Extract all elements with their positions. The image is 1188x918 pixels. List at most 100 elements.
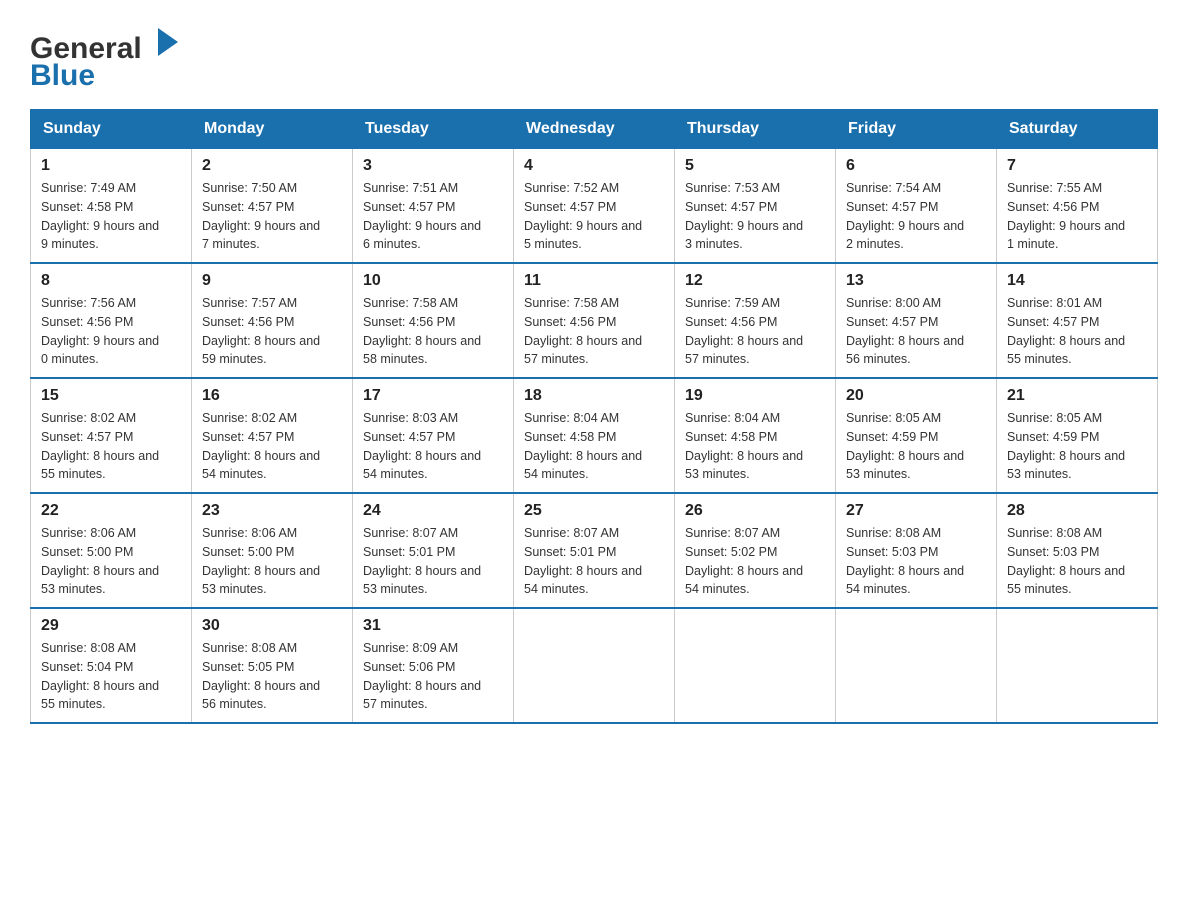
day-info: Sunrise: 8:01 AM Sunset: 4:57 PM Dayligh…	[1007, 294, 1147, 369]
calendar-header-row: SundayMondayTuesdayWednesdayThursdayFrid…	[31, 110, 1158, 149]
calendar-cell: 18 Sunrise: 8:04 AM Sunset: 4:58 PM Dayl…	[514, 378, 675, 493]
calendar-cell: 8 Sunrise: 7:56 AM Sunset: 4:56 PM Dayli…	[31, 263, 192, 378]
calendar-cell: 6 Sunrise: 7:54 AM Sunset: 4:57 PM Dayli…	[836, 149, 997, 264]
calendar-cell: 11 Sunrise: 7:58 AM Sunset: 4:56 PM Dayl…	[514, 263, 675, 378]
day-info: Sunrise: 8:06 AM Sunset: 5:00 PM Dayligh…	[41, 524, 181, 599]
day-info: Sunrise: 8:02 AM Sunset: 4:57 PM Dayligh…	[41, 409, 181, 484]
day-info: Sunrise: 8:04 AM Sunset: 4:58 PM Dayligh…	[524, 409, 664, 484]
calendar-cell: 31 Sunrise: 8:09 AM Sunset: 5:06 PM Dayl…	[353, 608, 514, 723]
day-info: Sunrise: 8:06 AM Sunset: 5:00 PM Dayligh…	[202, 524, 342, 599]
day-number: 23	[202, 502, 342, 520]
svg-text:Blue: Blue	[30, 59, 95, 90]
day-info: Sunrise: 7:49 AM Sunset: 4:58 PM Dayligh…	[41, 179, 181, 254]
day-number: 9	[202, 272, 342, 290]
calendar-cell: 13 Sunrise: 8:00 AM Sunset: 4:57 PM Dayl…	[836, 263, 997, 378]
calendar-cell: 29 Sunrise: 8:08 AM Sunset: 5:04 PM Dayl…	[31, 608, 192, 723]
calendar-cell: 20 Sunrise: 8:05 AM Sunset: 4:59 PM Dayl…	[836, 378, 997, 493]
day-number: 2	[202, 157, 342, 175]
day-info: Sunrise: 8:07 AM Sunset: 5:02 PM Dayligh…	[685, 524, 825, 599]
calendar-cell: 25 Sunrise: 8:07 AM Sunset: 5:01 PM Dayl…	[514, 493, 675, 608]
day-number: 19	[685, 387, 825, 405]
calendar-cell: 3 Sunrise: 7:51 AM Sunset: 4:57 PM Dayli…	[353, 149, 514, 264]
calendar-cell: 15 Sunrise: 8:02 AM Sunset: 4:57 PM Dayl…	[31, 378, 192, 493]
day-info: Sunrise: 7:54 AM Sunset: 4:57 PM Dayligh…	[846, 179, 986, 254]
day-info: Sunrise: 8:08 AM Sunset: 5:04 PM Dayligh…	[41, 639, 181, 714]
day-header-sunday: Sunday	[31, 110, 192, 149]
day-number: 26	[685, 502, 825, 520]
day-number: 30	[202, 617, 342, 635]
day-number: 22	[41, 502, 181, 520]
calendar-cell: 23 Sunrise: 8:06 AM Sunset: 5:00 PM Dayl…	[192, 493, 353, 608]
day-header-saturday: Saturday	[997, 110, 1158, 149]
day-number: 14	[1007, 272, 1147, 290]
day-number: 31	[363, 617, 503, 635]
week-row-4: 22 Sunrise: 8:06 AM Sunset: 5:00 PM Dayl…	[31, 493, 1158, 608]
calendar-cell: 1 Sunrise: 7:49 AM Sunset: 4:58 PM Dayli…	[31, 149, 192, 264]
week-row-3: 15 Sunrise: 8:02 AM Sunset: 4:57 PM Dayl…	[31, 378, 1158, 493]
day-number: 16	[202, 387, 342, 405]
page-header: General Blue	[30, 20, 1158, 99]
day-info: Sunrise: 7:53 AM Sunset: 4:57 PM Dayligh…	[685, 179, 825, 254]
calendar-cell: 12 Sunrise: 7:59 AM Sunset: 4:56 PM Dayl…	[675, 263, 836, 378]
day-info: Sunrise: 8:07 AM Sunset: 5:01 PM Dayligh…	[363, 524, 503, 599]
week-row-1: 1 Sunrise: 7:49 AM Sunset: 4:58 PM Dayli…	[31, 149, 1158, 264]
day-number: 11	[524, 272, 664, 290]
day-header-thursday: Thursday	[675, 110, 836, 149]
calendar-cell: 30 Sunrise: 8:08 AM Sunset: 5:05 PM Dayl…	[192, 608, 353, 723]
calendar-cell	[997, 608, 1158, 723]
calendar-cell: 14 Sunrise: 8:01 AM Sunset: 4:57 PM Dayl…	[997, 263, 1158, 378]
day-info: Sunrise: 8:00 AM Sunset: 4:57 PM Dayligh…	[846, 294, 986, 369]
day-header-monday: Monday	[192, 110, 353, 149]
week-row-5: 29 Sunrise: 8:08 AM Sunset: 5:04 PM Dayl…	[31, 608, 1158, 723]
day-number: 13	[846, 272, 986, 290]
day-info: Sunrise: 7:51 AM Sunset: 4:57 PM Dayligh…	[363, 179, 503, 254]
day-info: Sunrise: 8:08 AM Sunset: 5:03 PM Dayligh…	[1007, 524, 1147, 599]
day-info: Sunrise: 8:05 AM Sunset: 4:59 PM Dayligh…	[1007, 409, 1147, 484]
calendar-cell: 5 Sunrise: 7:53 AM Sunset: 4:57 PM Dayli…	[675, 149, 836, 264]
day-header-wednesday: Wednesday	[514, 110, 675, 149]
day-info: Sunrise: 8:08 AM Sunset: 5:03 PM Dayligh…	[846, 524, 986, 599]
day-number: 15	[41, 387, 181, 405]
day-number: 21	[1007, 387, 1147, 405]
day-number: 28	[1007, 502, 1147, 520]
calendar-cell: 4 Sunrise: 7:52 AM Sunset: 4:57 PM Dayli…	[514, 149, 675, 264]
day-number: 27	[846, 502, 986, 520]
calendar-cell: 7 Sunrise: 7:55 AM Sunset: 4:56 PM Dayli…	[997, 149, 1158, 264]
day-number: 29	[41, 617, 181, 635]
day-info: Sunrise: 8:03 AM Sunset: 4:57 PM Dayligh…	[363, 409, 503, 484]
calendar-cell	[514, 608, 675, 723]
day-number: 12	[685, 272, 825, 290]
calendar-cell: 21 Sunrise: 8:05 AM Sunset: 4:59 PM Dayl…	[997, 378, 1158, 493]
calendar-cell	[675, 608, 836, 723]
day-info: Sunrise: 7:55 AM Sunset: 4:56 PM Dayligh…	[1007, 179, 1147, 254]
day-number: 3	[363, 157, 503, 175]
day-info: Sunrise: 7:50 AM Sunset: 4:57 PM Dayligh…	[202, 179, 342, 254]
day-info: Sunrise: 7:58 AM Sunset: 4:56 PM Dayligh…	[524, 294, 664, 369]
day-info: Sunrise: 8:02 AM Sunset: 4:57 PM Dayligh…	[202, 409, 342, 484]
day-info: Sunrise: 8:09 AM Sunset: 5:06 PM Dayligh…	[363, 639, 503, 714]
day-info: Sunrise: 7:58 AM Sunset: 4:56 PM Dayligh…	[363, 294, 503, 369]
day-header-friday: Friday	[836, 110, 997, 149]
day-number: 5	[685, 157, 825, 175]
day-number: 18	[524, 387, 664, 405]
calendar-cell: 26 Sunrise: 8:07 AM Sunset: 5:02 PM Dayl…	[675, 493, 836, 608]
day-number: 20	[846, 387, 986, 405]
calendar-cell: 10 Sunrise: 7:58 AM Sunset: 4:56 PM Dayl…	[353, 263, 514, 378]
calendar-table: SundayMondayTuesdayWednesdayThursdayFrid…	[30, 109, 1158, 724]
day-number: 6	[846, 157, 986, 175]
day-info: Sunrise: 8:07 AM Sunset: 5:01 PM Dayligh…	[524, 524, 664, 599]
day-number: 17	[363, 387, 503, 405]
day-info: Sunrise: 8:04 AM Sunset: 4:58 PM Dayligh…	[685, 409, 825, 484]
calendar-cell: 24 Sunrise: 8:07 AM Sunset: 5:01 PM Dayl…	[353, 493, 514, 608]
calendar-cell: 19 Sunrise: 8:04 AM Sunset: 4:58 PM Dayl…	[675, 378, 836, 493]
day-info: Sunrise: 8:05 AM Sunset: 4:59 PM Dayligh…	[846, 409, 986, 484]
day-number: 1	[41, 157, 181, 175]
calendar-cell: 2 Sunrise: 7:50 AM Sunset: 4:57 PM Dayli…	[192, 149, 353, 264]
day-header-tuesday: Tuesday	[353, 110, 514, 149]
calendar-cell	[836, 608, 997, 723]
calendar-cell: 17 Sunrise: 8:03 AM Sunset: 4:57 PM Dayl…	[353, 378, 514, 493]
calendar-cell: 9 Sunrise: 7:57 AM Sunset: 4:56 PM Dayli…	[192, 263, 353, 378]
calendar-cell: 28 Sunrise: 8:08 AM Sunset: 5:03 PM Dayl…	[997, 493, 1158, 608]
day-number: 24	[363, 502, 503, 520]
day-number: 25	[524, 502, 664, 520]
